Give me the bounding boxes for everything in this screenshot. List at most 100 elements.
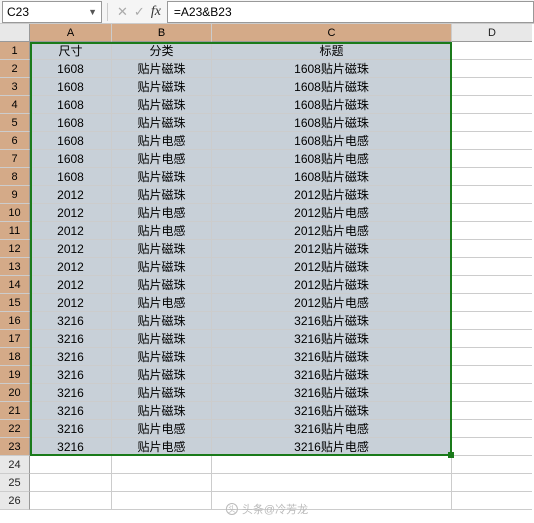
cell-a[interactable]: 3216 — [30, 312, 112, 330]
cell-c[interactable]: 1608贴片磁珠 — [212, 60, 452, 78]
cell-a[interactable]: 3216 — [30, 402, 112, 420]
row-header[interactable]: 9 — [0, 186, 30, 204]
cell-b[interactable]: 贴片电感 — [112, 222, 212, 240]
col-header-b[interactable]: B — [112, 24, 212, 42]
cell-d[interactable] — [452, 330, 532, 348]
cell-d[interactable] — [452, 60, 532, 78]
cell-a[interactable]: 1608 — [30, 132, 112, 150]
cell-d[interactable] — [452, 366, 532, 384]
row-header[interactable]: 20 — [0, 384, 30, 402]
cell-b[interactable]: 贴片电感 — [112, 204, 212, 222]
cell-a[interactable]: 2012 — [30, 222, 112, 240]
cell-a[interactable]: 2012 — [30, 258, 112, 276]
data-area[interactable]: 尺寸分类标题1608贴片磁珠1608贴片磁珠1608贴片磁珠1608贴片磁珠16… — [30, 42, 532, 510]
cell-d[interactable] — [452, 294, 532, 312]
fx-icon[interactable]: fx — [151, 4, 161, 20]
cell-b[interactable]: 贴片磁珠 — [112, 348, 212, 366]
cell-d[interactable] — [452, 114, 532, 132]
cell-c[interactable]: 1608贴片磁珠 — [212, 114, 452, 132]
select-all-corner[interactable] — [0, 24, 30, 42]
cell-b[interactable]: 贴片电感 — [112, 438, 212, 456]
cell-c[interactable]: 2012贴片磁珠 — [212, 258, 452, 276]
cell-d[interactable] — [452, 96, 532, 114]
row-header[interactable]: 24 — [0, 456, 30, 474]
cell-c[interactable]: 3216贴片磁珠 — [212, 330, 452, 348]
cell-a[interactable]: 1608 — [30, 168, 112, 186]
cell-a[interactable]: 3216 — [30, 348, 112, 366]
cell-d[interactable] — [452, 474, 532, 492]
cell-c[interactable]: 1608贴片电感 — [212, 132, 452, 150]
cell-a[interactable]: 2012 — [30, 204, 112, 222]
cell-b[interactable]: 贴片磁珠 — [112, 78, 212, 96]
row-header[interactable]: 7 — [0, 150, 30, 168]
row-header[interactable]: 14 — [0, 276, 30, 294]
col-header-d[interactable]: D — [452, 24, 532, 42]
cell-b[interactable]: 贴片磁珠 — [112, 168, 212, 186]
row-header[interactable]: 2 — [0, 60, 30, 78]
row-header[interactable]: 19 — [0, 366, 30, 384]
cell-b[interactable]: 贴片电感 — [112, 150, 212, 168]
cell-b[interactable]: 贴片电感 — [112, 294, 212, 312]
cell-d[interactable] — [452, 150, 532, 168]
cell-b[interactable]: 贴片电感 — [112, 132, 212, 150]
cell-d[interactable] — [452, 276, 532, 294]
cell-d[interactable] — [452, 168, 532, 186]
cell-d[interactable] — [452, 132, 532, 150]
cell-b[interactable]: 分类 — [112, 42, 212, 60]
row-header[interactable]: 8 — [0, 168, 30, 186]
cell-b[interactable]: 贴片磁珠 — [112, 384, 212, 402]
cell-b[interactable]: 贴片磁珠 — [112, 258, 212, 276]
row-header[interactable]: 3 — [0, 78, 30, 96]
cell-c[interactable]: 3216贴片磁珠 — [212, 384, 452, 402]
row-header[interactable]: 5 — [0, 114, 30, 132]
cell-d[interactable] — [452, 42, 532, 60]
cell-b[interactable]: 贴片磁珠 — [112, 96, 212, 114]
cell-d[interactable] — [452, 78, 532, 96]
cell-d[interactable] — [452, 258, 532, 276]
row-header[interactable]: 1 — [0, 42, 30, 60]
cell-b[interactable]: 贴片磁珠 — [112, 402, 212, 420]
cell-c[interactable]: 3216贴片电感 — [212, 420, 452, 438]
cell-c[interactable]: 2012贴片电感 — [212, 294, 452, 312]
cell-a[interactable] — [30, 456, 112, 474]
cell-d[interactable] — [452, 186, 532, 204]
cell-a[interactable]: 3216 — [30, 420, 112, 438]
cell-b[interactable]: 贴片电感 — [112, 420, 212, 438]
cell-b[interactable]: 贴片磁珠 — [112, 330, 212, 348]
cell-a[interactable] — [30, 492, 112, 510]
cell-d[interactable] — [452, 312, 532, 330]
name-box-dropdown-icon[interactable]: ▼ — [88, 7, 97, 17]
row-header[interactable]: 15 — [0, 294, 30, 312]
row-header[interactable]: 12 — [0, 240, 30, 258]
row-header[interactable]: 16 — [0, 312, 30, 330]
cell-a[interactable] — [30, 474, 112, 492]
cell-a[interactable]: 2012 — [30, 276, 112, 294]
cell-b[interactable] — [112, 456, 212, 474]
cell-c[interactable]: 3216贴片磁珠 — [212, 348, 452, 366]
cell-d[interactable] — [452, 438, 532, 456]
cell-a[interactable]: 3216 — [30, 384, 112, 402]
cell-d[interactable] — [452, 240, 532, 258]
cell-b[interactable]: 贴片磁珠 — [112, 60, 212, 78]
row-header[interactable]: 6 — [0, 132, 30, 150]
cell-a[interactable]: 1608 — [30, 96, 112, 114]
cell-c[interactable]: 标题 — [212, 42, 452, 60]
cell-a[interactable]: 1608 — [30, 78, 112, 96]
cell-c[interactable]: 2012贴片磁珠 — [212, 186, 452, 204]
cell-d[interactable] — [452, 348, 532, 366]
cell-b[interactable]: 贴片磁珠 — [112, 186, 212, 204]
cell-c[interactable]: 1608贴片磁珠 — [212, 168, 452, 186]
row-header[interactable]: 18 — [0, 348, 30, 366]
row-header[interactable]: 22 — [0, 420, 30, 438]
row-header[interactable]: 26 — [0, 492, 30, 510]
cell-b[interactable]: 贴片磁珠 — [112, 114, 212, 132]
cell-d[interactable] — [452, 420, 532, 438]
cell-a[interactable]: 尺寸 — [30, 42, 112, 60]
row-header[interactable]: 17 — [0, 330, 30, 348]
cell-b[interactable]: 贴片磁珠 — [112, 276, 212, 294]
cell-d[interactable] — [452, 384, 532, 402]
cell-b[interactable]: 贴片磁珠 — [112, 240, 212, 258]
cell-d[interactable] — [452, 492, 532, 510]
row-header[interactable]: 11 — [0, 222, 30, 240]
cell-b[interactable] — [112, 474, 212, 492]
